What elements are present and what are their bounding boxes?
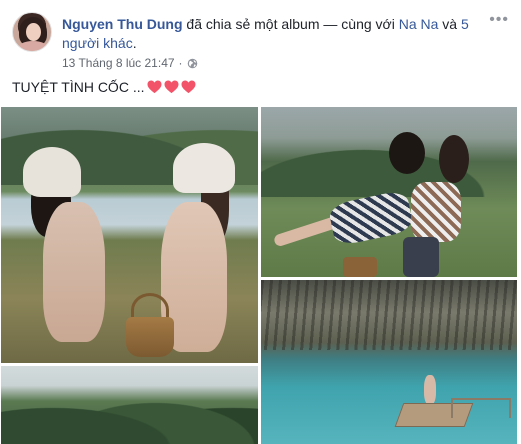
figure-hair — [439, 135, 469, 183]
end-text: . — [132, 35, 137, 51]
figure-person — [424, 375, 436, 405]
figure-headscarf — [23, 147, 81, 197]
feed-post: Nguyen Thu Dung đã chia sẻ một album — c… — [0, 0, 521, 444]
heart-icon — [147, 80, 161, 94]
basket — [343, 257, 377, 277]
tagged-friend-link[interactable]: Na Na — [399, 16, 439, 32]
and-text: và — [438, 16, 461, 32]
figure-dress — [327, 189, 415, 247]
author-name-link[interactable]: Nguyen Thu Dung — [62, 16, 183, 32]
action-text: đã chia sẻ một album — cùng với — [182, 16, 399, 32]
avatar-dress — [17, 41, 49, 51]
author-avatar[interactable] — [12, 12, 52, 52]
post-meta: 13 Tháng 8 lúc 21:47 · — [62, 56, 198, 70]
photo-pine-forest — [1, 378, 258, 444]
album-photo-grid — [0, 107, 521, 444]
post-timestamp-link[interactable]: 13 Tháng 8 lúc 21:47 — [62, 56, 175, 70]
post-header: Nguyen Thu Dung đã chia sẻ một album — c… — [62, 15, 482, 53]
heart-icon — [164, 80, 178, 94]
heart-icon — [181, 80, 195, 94]
album-photo-3[interactable] — [261, 280, 517, 444]
album-photo-2[interactable] — [261, 107, 517, 277]
photo-cliff-texture — [261, 280, 517, 350]
more-options-button[interactable]: ••• — [489, 12, 509, 28]
figure-legs — [403, 237, 439, 277]
avatar-face — [26, 23, 41, 41]
basket — [126, 317, 174, 357]
raft-railing — [451, 398, 511, 418]
caption-emoji-group — [147, 80, 196, 94]
figure-body — [43, 202, 105, 342]
figure-dress — [411, 182, 461, 242]
post-caption: TUYỆT TÌNH CỐC ... — [12, 79, 196, 95]
meta-separator: · — [178, 56, 183, 70]
album-photo-1[interactable] — [1, 107, 258, 363]
caption-text: TUYỆT TÌNH CỐC ... — [12, 79, 145, 95]
globe-icon[interactable] — [187, 58, 198, 69]
album-photo-4[interactable] — [1, 366, 258, 444]
figure-headscarf — [173, 143, 235, 193]
figure-hair — [389, 132, 425, 174]
